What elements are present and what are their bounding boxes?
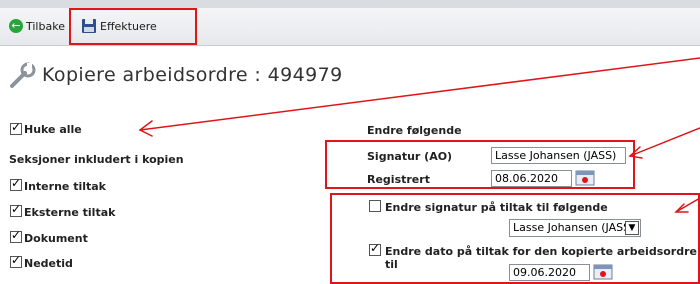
arrow-to-check-all	[139, 57, 700, 131]
arrow-to-change-options	[675, 197, 700, 213]
annotation-arrows	[138, 57, 700, 213]
arrow-to-signature	[629, 127, 700, 157]
